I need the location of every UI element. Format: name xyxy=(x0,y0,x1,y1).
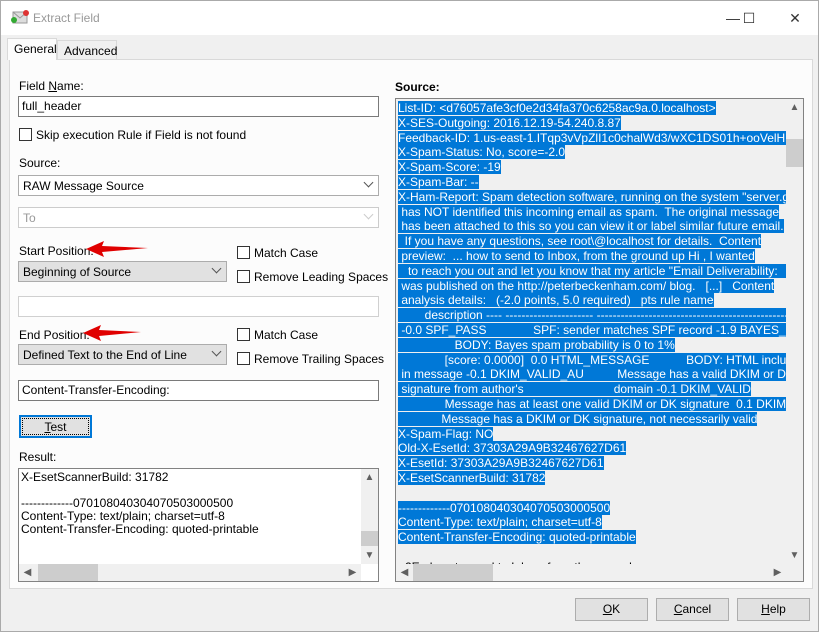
source-line: to reach you out and let you know that m… xyxy=(398,263,786,279)
source-vertical-scrollbar[interactable]: ▲ ▼ xyxy=(786,99,803,564)
scroll-thumb[interactable] xyxy=(786,139,803,167)
title-bar: Extract Field — ☐ ✕ xyxy=(1,1,818,35)
cancel-button[interactable]: Cancel xyxy=(656,598,729,621)
source-line: Message has a DKIM or DK signature, not … xyxy=(398,411,758,426)
test-button[interactable]: Test xyxy=(19,415,92,438)
source-line: X-Ham-Report: Spam detection software, r… xyxy=(398,189,786,205)
scroll-thumb[interactable] xyxy=(361,531,378,546)
red-arrow-icon xyxy=(86,241,148,257)
result-text: X-EsetScannerBuild: 31782 -------------0… xyxy=(21,471,259,536)
source-line: Old-X-EsetId: 37303A29A9B32467627D61 xyxy=(398,441,627,456)
source-line: has NOT identified this incoming email a… xyxy=(398,204,780,219)
scroll-down-icon[interactable]: ▼ xyxy=(361,547,378,564)
source-line: X-Spam-Flag: NO xyxy=(398,426,494,441)
source-panel-label: Source: xyxy=(395,80,440,94)
tab-advanced[interactable]: Advanced xyxy=(57,40,117,60)
start-position-value: Beginning of Source xyxy=(23,265,132,279)
scroll-up-icon[interactable]: ▲ xyxy=(786,99,803,116)
scroll-thumb[interactable] xyxy=(38,564,98,581)
source-line: X-Spam-Score: -19 xyxy=(398,160,501,175)
source-horizontal-scrollbar[interactable]: ◀ ▶ xyxy=(396,564,786,581)
start-position-label: Start Position: xyxy=(19,244,94,258)
source-line xyxy=(398,545,786,560)
result-line: X-EsetScannerBuild: 31782 xyxy=(21,470,169,484)
tab-general[interactable]: General xyxy=(7,38,57,60)
end-position-select[interactable]: Defined Text to the End of Line xyxy=(18,344,227,365)
scroll-thumb[interactable] xyxy=(413,564,493,581)
result-line: Content-Transfer-Encoding: quoted-printa… xyxy=(21,522,259,536)
source-line: List-ID: <d76057afe3cf0e2d34fa370c6258ac… xyxy=(398,101,716,115)
source-secondary-select: To xyxy=(18,207,379,228)
source-line: Feedback-ID: 1.us-east-1.ITqp3vVpZlI1c0c… xyxy=(398,130,786,146)
source-line: X-EsetScannerBuild: 31782 xyxy=(398,470,546,485)
end-match-case-checkbox[interactable] xyxy=(237,328,250,341)
source-line: -0.0 SPF_PASS SPF: sender matches SPF re… xyxy=(398,322,786,338)
scroll-left-icon[interactable]: ◀ xyxy=(19,564,36,581)
end-match-case-label: Match Case xyxy=(254,328,319,342)
source-textarea[interactable]: List-ID: <d76057afe3cf0e2d34fa370c6258ac… xyxy=(395,98,804,582)
source-line: [score: 0.0000] 0.0 HTML_MESSAGE BODY: H… xyxy=(398,352,786,368)
source-line: Message has at least one valid DKIM or D… xyxy=(398,396,786,412)
field-name-label: Field Name: xyxy=(19,79,84,93)
chevron-down-icon xyxy=(211,346,222,357)
result-vertical-scrollbar[interactable]: ▲ ▼ xyxy=(361,469,378,564)
source-select-value: RAW Message Source xyxy=(23,179,144,193)
end-position-label: End Position: xyxy=(19,328,90,342)
source-line: in message -0.1 DKIM_VALID_AU Message ha… xyxy=(398,367,786,382)
remove-trailing-spaces-label: Remove Trailing Spaces xyxy=(254,352,385,366)
source-line: has been attached to this so you can vie… xyxy=(398,219,784,234)
source-line: was published on the http://peterbeckenh… xyxy=(398,278,775,293)
skip-rule-label: Skip execution Rule if Field is not foun… xyxy=(36,128,247,142)
result-label: Result: xyxy=(19,450,57,464)
source-line: description ---- ---------------------- … xyxy=(398,308,786,323)
result-horizontal-scrollbar[interactable]: ◀ ▶ xyxy=(19,564,361,581)
source-line: Content-Type: text/plain; charset=utf-8 xyxy=(398,515,602,530)
close-button[interactable]: ✕ xyxy=(780,7,810,29)
source-select[interactable]: RAW Message Source xyxy=(18,175,379,196)
source-line: BODY: Bayes spam probability is 0 to 1% xyxy=(398,337,675,352)
extract-field-dialog: Extract Field — ☐ ✕ General Advanced Fie… xyxy=(0,0,819,632)
red-arrow-icon xyxy=(83,325,141,341)
source-line: If you have any questions, see root\@loc… xyxy=(398,234,762,249)
window-title: Extract Field xyxy=(33,11,100,25)
help-button[interactable]: Help xyxy=(737,598,810,621)
ok-button[interactable]: OK xyxy=(575,598,648,621)
scroll-down-icon[interactable]: ▼ xyxy=(786,547,803,564)
source-line: X-SES-Outgoing: 2016.12.19-54.240.8.87 xyxy=(398,115,621,130)
result-textarea[interactable]: X-EsetScannerBuild: 31782 -------------0… xyxy=(18,468,379,582)
source-line: -------------070108040304070503000500 xyxy=(398,500,611,515)
chevron-down-icon xyxy=(363,209,374,220)
source-line: Content-Transfer-Encoding: quoted-printa… xyxy=(398,530,636,545)
source-line xyxy=(398,486,786,501)
chevron-down-icon xyxy=(363,177,374,188)
scroll-right-icon[interactable]: ▶ xyxy=(344,564,361,581)
app-icon xyxy=(11,10,29,24)
chevron-down-icon xyxy=(211,263,222,274)
start-position-select[interactable]: Beginning of Source xyxy=(18,261,227,282)
remove-leading-spaces-checkbox[interactable] xyxy=(237,270,250,283)
scroll-right-icon[interactable]: ▶ xyxy=(769,564,786,581)
end-text-input[interactable]: Content-Transfer-Encoding: xyxy=(18,380,379,401)
start-match-case-checkbox[interactable] xyxy=(237,246,250,259)
scroll-left-icon[interactable]: ◀ xyxy=(396,564,413,581)
source-text: List-ID: <d76057afe3cf0e2d34fa370c6258ac… xyxy=(398,101,786,564)
source-line: X-EsetId: 37303A29A9B32467627D61 xyxy=(398,456,604,471)
field-name-input[interactable]: full_header xyxy=(18,96,379,117)
source-line: X-Spam-Status: No, score=-2.0 xyxy=(398,145,566,160)
source-secondary-value: To xyxy=(23,211,36,225)
start-text-input[interactable] xyxy=(18,296,379,317)
end-position-value: Defined Text to the End of Line xyxy=(23,348,187,362)
source-line: analysis details: (-2.0 points, 5.0 requ… xyxy=(398,293,714,308)
source-line: signature from author's domain -0.1 DKIM… xyxy=(398,382,751,397)
maximize-button[interactable]: ☐ xyxy=(734,7,764,29)
start-match-case-label: Match Case xyxy=(254,246,319,260)
remove-leading-spaces-label: Remove Leading Spaces xyxy=(254,270,389,284)
source-label: Source: xyxy=(19,156,61,170)
skip-rule-checkbox[interactable] xyxy=(19,128,32,141)
source-line: X-Spam-Bar: -- xyxy=(398,174,479,189)
remove-trailing-spaces-checkbox[interactable] xyxy=(237,352,250,365)
source-line: preview: ... how to send to Inbox, from … xyxy=(398,248,755,263)
scroll-up-icon[interactable]: ▲ xyxy=(361,469,378,486)
